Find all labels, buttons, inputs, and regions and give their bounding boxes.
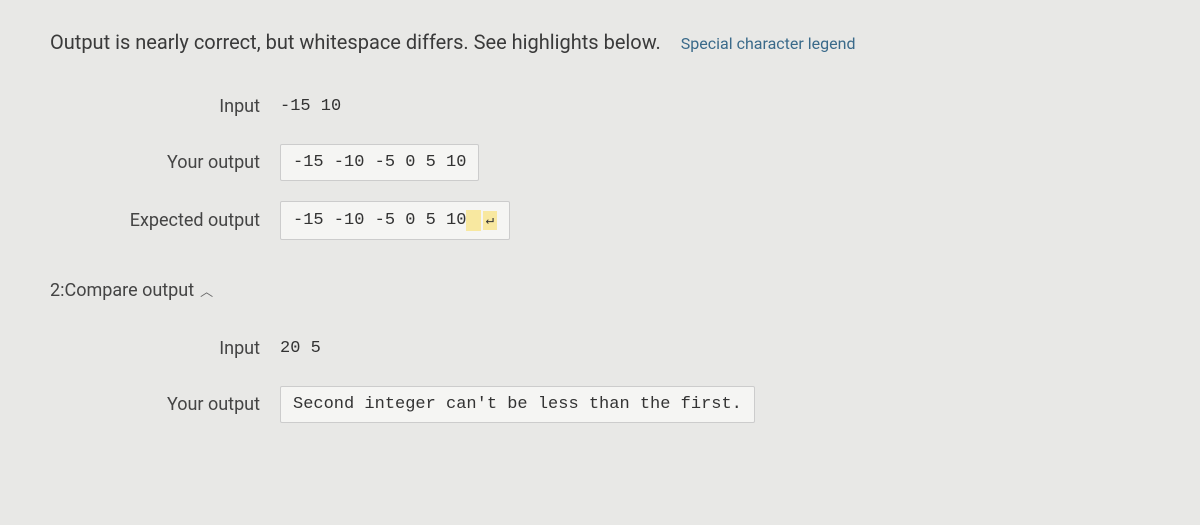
expected-output-label: Expected output (50, 210, 280, 231)
input-row: Input 20 5 (50, 331, 1150, 366)
your-output-label: Your output (50, 152, 280, 173)
your-output-row: Your output Second integer can't be less… (50, 386, 1150, 423)
status-message: Output is nearly correct, but whitespace… (50, 30, 661, 54)
test-case-2: Input 20 5 Your output Second integer ca… (50, 331, 1150, 423)
expected-output-value: -15 -10 -5 0 5 10 ↵ (280, 201, 510, 240)
expected-output-row: Expected output -15 -10 -5 0 5 10 ↵ (50, 201, 1150, 240)
expected-output-text: -15 -10 -5 0 5 10 (293, 211, 466, 230)
your-output-value: -15 -10 -5 0 5 10 (280, 144, 479, 181)
whitespace-highlight (466, 210, 480, 231)
input-label: Input (50, 338, 280, 359)
section-2-header[interactable]: 2:Compare output ︿ (50, 280, 1150, 301)
newline-icon: ↵ (483, 211, 497, 230)
section-2-title: 2:Compare output (50, 280, 194, 301)
input-value: 20 5 (280, 331, 321, 366)
status-row: Output is nearly correct, but whitespace… (50, 30, 1150, 54)
special-character-legend-link[interactable]: Special character legend (681, 34, 856, 53)
chevron-up-icon: ︿ (200, 281, 213, 300)
input-label: Input (50, 96, 280, 117)
your-output-row: Your output -15 -10 -5 0 5 10 (50, 144, 1150, 181)
your-output-value: Second integer can't be less than the fi… (280, 386, 755, 423)
input-value: -15 10 (280, 89, 341, 124)
input-row: Input -15 10 (50, 89, 1150, 124)
test-case-1: Input -15 10 Your output -15 -10 -5 0 5 … (50, 89, 1150, 240)
your-output-label: Your output (50, 394, 280, 415)
